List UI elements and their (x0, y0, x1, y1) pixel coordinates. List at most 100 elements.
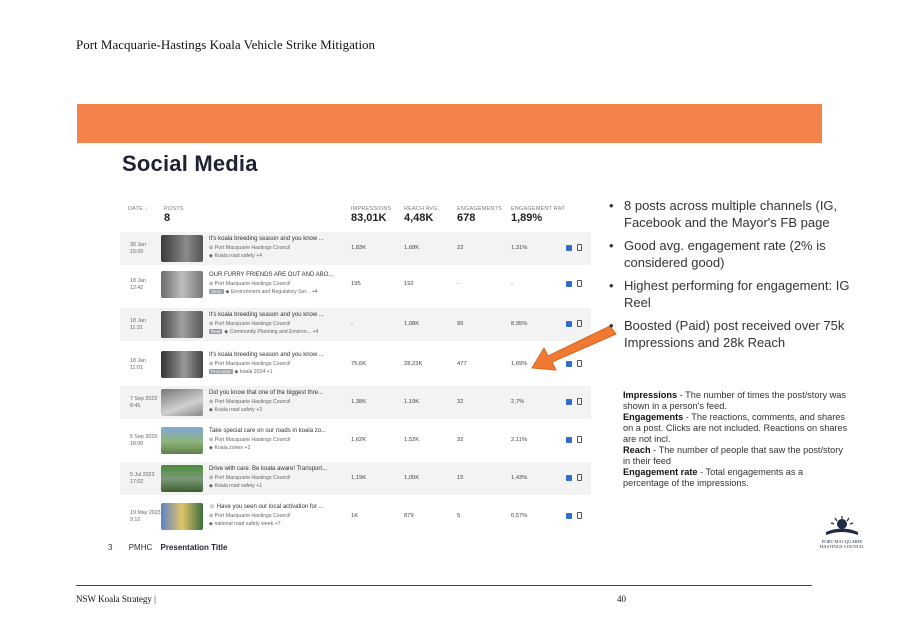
post-engagements: 95 (457, 321, 464, 327)
post-impressions: 1,38K (351, 399, 367, 405)
council-logo-icon (826, 516, 858, 535)
posts-table: DATE ↓ POSTS 8 IMPRESSIONS 83,01K REACH … (120, 198, 591, 532)
post-engagement-rate: - (511, 281, 513, 287)
account-name: Port Macquarie Hastings Council (214, 437, 291, 443)
table-row[interactable]: 5 Sep 2023 18:00 Take special care on ou… (120, 424, 591, 457)
post-engagements: 15 (457, 475, 464, 481)
account-name: Port Macquarie Hastings Council (214, 321, 291, 327)
post-thumbnail (161, 503, 203, 530)
post-date: 18 Jan 11:01 (130, 358, 146, 371)
post-title[interactable]: Drive with care. Be koala aware! Transpo… (209, 466, 327, 472)
post-tags: ◆ Koala road safety +1 (209, 483, 263, 489)
copy-icon[interactable] (577, 436, 582, 443)
post-tags: ◆ national road safety week +7 (209, 521, 281, 527)
copy-icon[interactable] (577, 244, 582, 251)
emoji-icon: ☺ (209, 504, 217, 510)
post-title[interactable]: Did you know that one of the biggest thr… (209, 390, 323, 396)
tag-list: Koala road safety +1 (214, 483, 263, 489)
post-tags: Reel ◆ Community Planning and Environ... … (209, 329, 319, 335)
table-row[interactable]: 30 Jan 15:09 It's koala breeding season … (120, 232, 591, 265)
post-date: 18 Jan 11:31 (130, 318, 146, 331)
post-impressions: 1K (351, 513, 359, 519)
post-account: ⊚ Port Macquarie Hastings Council (209, 281, 291, 287)
post-title[interactable]: It's koala breeding season and you know … (209, 352, 324, 358)
col-header-date[interactable]: DATE ↓ (128, 206, 148, 212)
post-impressions: 75,6K (351, 361, 367, 367)
post-account: ⊚ Port Macquarie Hastings Council (209, 361, 291, 367)
tag-list: koala 2024 +1 (239, 369, 273, 375)
total-reach: 4,48K (404, 212, 434, 224)
post-engagement-rate: 8,95% (511, 321, 528, 327)
post-title[interactable]: Take special care on our roads in koala … (209, 428, 326, 434)
post-tags: ◆ Koala road safety +3 (209, 407, 263, 413)
banner-shape (77, 104, 822, 143)
table-row[interactable]: 5 Jul 2023 17:02 Drive with care. Be koa… (120, 462, 591, 495)
open-post-icon[interactable] (566, 437, 572, 443)
post-reach: 1,05K (404, 475, 420, 481)
post-account: ⊚ Port Macquarie Hastings Council (209, 437, 291, 443)
post-tags: Story ◆ Environment and Regulatory Ser...… (209, 289, 318, 295)
bullet-item: Good avg. engagement rate (2% is conside… (607, 237, 857, 271)
bullet-item: 8 posts across multiple channels (IG, Fa… (607, 197, 857, 231)
definition-item: Reach - The number of people that saw th… (623, 445, 851, 467)
post-engagement-rate: 1,43% (511, 475, 528, 481)
slide-number: 3 (108, 543, 113, 552)
table-row[interactable]: 18 Jan 12:42 OUR FURRY FRIENDS ARE OUT A… (120, 268, 591, 301)
table-row[interactable]: 19 May 2023 9:10 ☺ Have you seen our loc… (120, 500, 591, 533)
copy-icon[interactable] (577, 398, 582, 405)
open-post-icon[interactable] (566, 399, 572, 405)
total-engagement-rate: 1,89% (511, 212, 543, 224)
post-date: 5 Jul 2023 17:02 (130, 472, 155, 485)
tag-list: Koala zones +2 (214, 445, 251, 451)
post-engagement-rate: 1,31% (511, 245, 528, 251)
table-row[interactable]: 7 Sep 2023 8:45 Did you know that one of… (120, 386, 591, 419)
post-reach: 1,52K (404, 437, 420, 443)
post-impressions: 195 (351, 281, 361, 287)
open-post-icon[interactable] (566, 475, 572, 481)
post-engagements: 22 (457, 245, 464, 251)
tag-list: national road safety week +7 (214, 521, 281, 527)
post-account: ⊚ Port Macquarie Hastings Council (209, 399, 291, 405)
account-name: Port Macquarie Hastings Council (214, 245, 291, 251)
copy-icon[interactable] (577, 280, 582, 287)
copy-icon[interactable] (577, 512, 582, 519)
post-reach: 192 (404, 281, 414, 287)
post-impressions: - (351, 321, 353, 327)
table-row[interactable]: 18 Jan 11:31 It's koala breeding season … (120, 308, 591, 341)
highlight-arrow-icon (531, 325, 617, 371)
post-reach: 1,08K (404, 321, 420, 327)
post-thumbnail (161, 465, 203, 492)
open-post-icon[interactable] (566, 513, 572, 519)
bullet-item: Boosted (Paid) post received over 75k Im… (607, 317, 857, 351)
copy-icon[interactable] (577, 474, 582, 481)
post-engagements: 32 (457, 399, 464, 405)
definition-item: Impressions - The number of times the po… (623, 390, 851, 412)
post-title[interactable]: It's koala breeding season and you know … (209, 236, 324, 242)
post-account: ⊚ Port Macquarie Hastings Council (209, 475, 291, 481)
definition-item: Engagement rate - Total engagements as a… (623, 467, 851, 489)
post-title[interactable]: ☺ Have you seen our local activation for… (209, 504, 324, 510)
post-account: ⊚ Port Macquarie Hastings Council (209, 513, 291, 519)
post-impressions: 1,83K (351, 245, 367, 251)
tag-list: Koala road safety +4 (214, 253, 263, 259)
open-post-icon[interactable] (566, 281, 572, 287)
post-date: 5 Sep 2023 18:00 (130, 434, 158, 447)
post-title[interactable]: It's koala breeding season and you know … (209, 312, 324, 318)
tag-list: Koala road safety +3 (214, 407, 263, 413)
slide-footer: 3 PMHC Presentation Title (108, 543, 227, 552)
document-footer: NSW Koala Strategy | (76, 594, 156, 604)
footer-divider (76, 585, 812, 586)
open-post-icon[interactable] (566, 245, 572, 251)
table-row[interactable]: 18 Jan 11:01 It's koala breeding season … (120, 348, 591, 381)
slide-footer-title: Presentation Title (160, 543, 228, 552)
slide-title: Social Media (122, 151, 258, 176)
total-posts: 8 (164, 212, 171, 224)
post-engagement-rate: 2,7% (511, 399, 525, 405)
total-impressions: 83,01K (351, 212, 387, 224)
post-account: ⊚ Port Macquarie Hastings Council (209, 245, 291, 251)
slide-banner (77, 104, 822, 143)
post-thumbnail (161, 427, 203, 454)
post-reach: 28,23K (404, 361, 423, 367)
post-title[interactable]: OUR FURRY FRIENDS ARE OUT AND ABO... (209, 272, 333, 278)
account-name: Port Macquarie Hastings Council (214, 475, 291, 481)
